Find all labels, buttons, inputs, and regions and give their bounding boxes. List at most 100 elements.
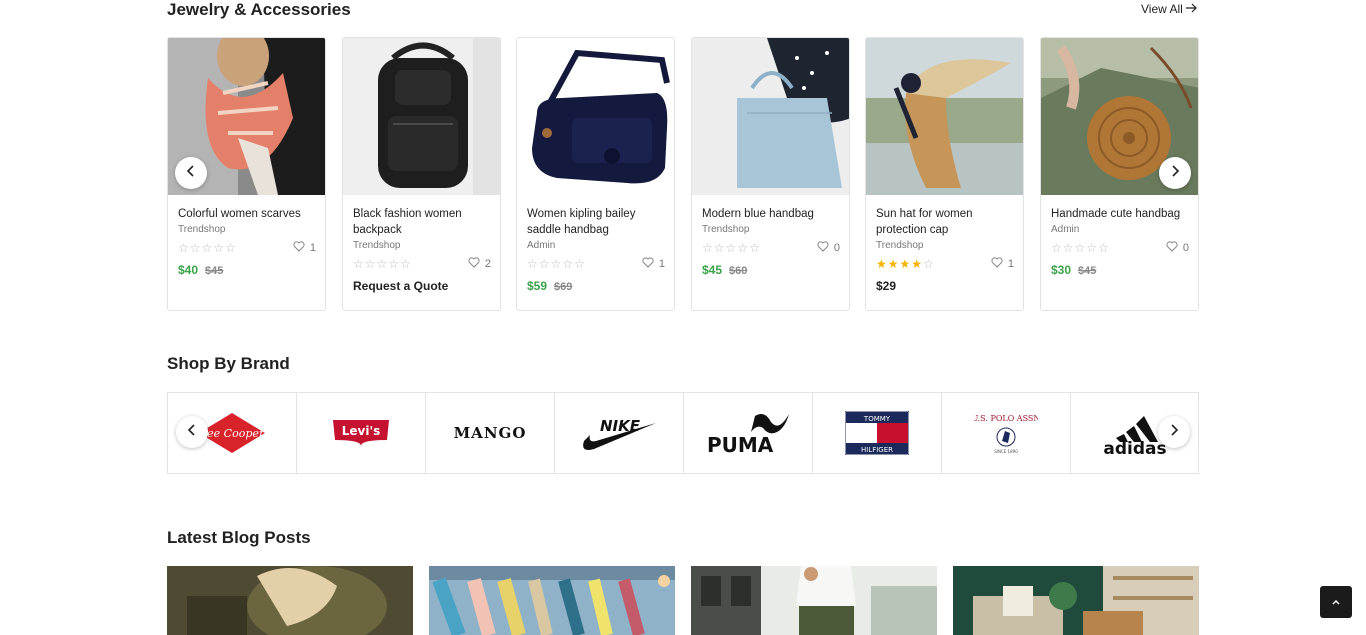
chevron-right-icon (1170, 164, 1180, 182)
heart-icon (1166, 241, 1178, 255)
brand-logo-puma[interactable]: PUMA (684, 393, 813, 473)
star-icon: ☆ (1074, 241, 1086, 255)
like-count: 2 (484, 258, 491, 270)
like-button[interactable]: 0 (1166, 241, 1189, 255)
polo-since: SINCE 1890 (994, 449, 1018, 454)
like-count: 0 (1182, 242, 1189, 254)
star-icon: ☆ (550, 257, 562, 271)
product-image[interactable] (517, 38, 674, 195)
product-shop[interactable]: Trendshop (178, 224, 316, 235)
blog-post-image[interactable] (691, 566, 937, 635)
product-shop[interactable]: Admin (527, 240, 665, 251)
brand-next-button[interactable] (1158, 416, 1190, 448)
star-icon: ☆ (1086, 241, 1098, 255)
old-price: $60 (729, 265, 748, 277)
old-price: $69 (554, 281, 573, 293)
like-count: 1 (1007, 258, 1014, 270)
star-icon: ☆ (702, 241, 713, 255)
product-shop[interactable]: Trendshop (353, 240, 491, 251)
like-button[interactable]: 1 (991, 257, 1014, 271)
product-card[interactable]: Modern blue handbag Trendshop ☆ ☆ ☆ ☆ ☆ 0 $4… (691, 37, 850, 311)
brand-logo-mango[interactable]: MANGO (426, 393, 555, 473)
star-icon: ☆ (213, 241, 225, 255)
lee-cooper-wordmark: Lee Cooper (199, 427, 265, 440)
star-icon: ☆ (376, 257, 388, 271)
star-icon: ☆ (388, 257, 400, 271)
brand-prev-button[interactable] (176, 416, 208, 448)
product-image[interactable] (343, 38, 500, 195)
polo-wordmark: U.S. POLO ASSN (974, 414, 1038, 423)
carousel-prev-button[interactable] (175, 157, 207, 189)
rating-stars: ★ ★ ★ ★ ☆ (876, 258, 934, 270)
request-quote-link[interactable]: Request a Quote (353, 279, 491, 293)
like-button[interactable]: 1 (293, 241, 316, 255)
arrow-right-icon (1185, 2, 1198, 16)
star-icon: ☆ (201, 241, 213, 255)
like-button[interactable]: 0 (817, 241, 840, 255)
star-icon: ☆ (178, 241, 189, 255)
brand-logo-nike[interactable]: NIKE (555, 393, 684, 473)
star-icon: ★ (876, 257, 887, 271)
star-icon: ☆ (225, 241, 236, 255)
view-all-link[interactable]: View All (1141, 2, 1198, 16)
star-icon: ☆ (749, 241, 760, 255)
like-button[interactable]: 1 (642, 257, 665, 271)
product-name[interactable]: Handmade cute handbag (1051, 206, 1189, 222)
like-count: 1 (309, 242, 316, 254)
puma-wordmark: PUMA (707, 433, 774, 456)
star-icon: ☆ (538, 257, 550, 271)
current-price: $40 (178, 263, 199, 277)
product-card[interactable]: Women kipling bailey saddle handbag Admi… (516, 37, 675, 311)
product-name[interactable]: Modern blue handbag (702, 206, 840, 222)
rating-stars: ☆ ☆ ☆ ☆ ☆ (1051, 242, 1109, 254)
brand-logo-tommy-hilfiger[interactable]: TOMMY HILFIGER (813, 393, 942, 473)
star-icon: ☆ (527, 257, 538, 271)
brand-logo-us-polo[interactable]: U.S. POLO ASSN SINCE 1890 (942, 393, 1071, 473)
heart-icon (991, 257, 1003, 271)
star-icon: ☆ (1098, 241, 1109, 255)
product-image[interactable] (692, 38, 849, 195)
product-name[interactable]: Sun hat for women protection cap (876, 206, 1014, 238)
heart-icon (817, 241, 829, 255)
brand-logo-levis[interactable]: Levi's (297, 393, 426, 473)
section-title-jewelry: Jewelry & Accessories (167, 0, 351, 19)
product-name[interactable]: Black fashion women backpack (353, 206, 491, 238)
rating-stars: ☆ ☆ ☆ ☆ ☆ (702, 242, 760, 254)
star-icon: ★ (899, 257, 911, 271)
star-icon: ☆ (1051, 241, 1062, 255)
blog-post-image[interactable] (953, 566, 1199, 635)
star-icon: ☆ (400, 257, 411, 271)
section-title-brands: Shop By Brand (167, 354, 290, 373)
star-icon: ☆ (737, 241, 749, 255)
scroll-to-top-button[interactable] (1320, 586, 1352, 618)
tommy-wordmark-top: TOMMY (863, 415, 891, 423)
product-shop[interactable]: Admin (1051, 224, 1189, 235)
chevron-left-icon (187, 423, 197, 441)
blog-post-image[interactable] (167, 566, 413, 635)
blog-post-image[interactable] (429, 566, 675, 635)
star-icon: ★ (887, 257, 899, 271)
like-button[interactable]: 2 (468, 257, 491, 271)
rating-stars: ☆ ☆ ☆ ☆ ☆ (353, 258, 411, 270)
star-icon: ☆ (562, 257, 574, 271)
product-name[interactable]: Women kipling bailey saddle handbag (527, 206, 665, 238)
star-icon: ★ (911, 257, 923, 271)
product-card[interactable]: Sun hat for women protection cap Trendsh… (865, 37, 1024, 311)
product-image[interactable] (866, 38, 1023, 195)
nike-wordmark: NIKE (600, 417, 641, 435)
old-price: $45 (1078, 265, 1097, 277)
current-price: $29 (876, 279, 897, 293)
chevron-right-icon (1169, 423, 1179, 441)
product-name[interactable]: Colorful women scarves (178, 206, 316, 222)
product-shop[interactable]: Trendshop (876, 240, 1014, 251)
product-shop[interactable]: Trendshop (702, 224, 840, 235)
adidas-wordmark: adidas (1103, 439, 1166, 456)
carousel-next-button[interactable] (1159, 157, 1191, 189)
tommy-wordmark-bottom: HILFIGER (861, 446, 893, 454)
rating-stars: ☆ ☆ ☆ ☆ ☆ (178, 242, 236, 254)
star-icon: ☆ (923, 257, 934, 271)
product-card[interactable]: Black fashion women backpack Trendshop ☆… (342, 37, 501, 311)
like-count: 1 (658, 258, 665, 270)
heart-icon (468, 257, 480, 271)
star-icon: ☆ (713, 241, 725, 255)
